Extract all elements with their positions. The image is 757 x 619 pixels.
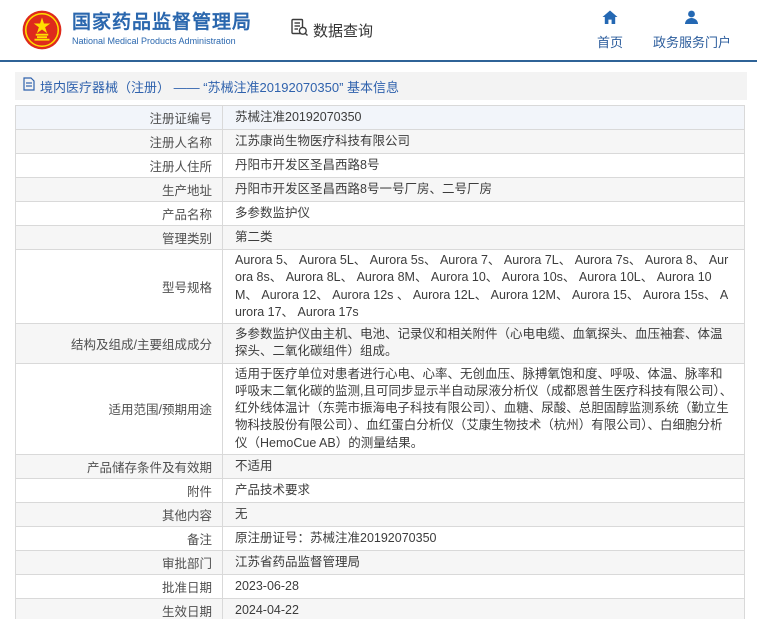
row-value: Aurora 5、 Aurora 5L、 Aurora 5s、 Aurora 7… (222, 249, 745, 324)
agency-name-cn: 国家药品监督管理局 (72, 12, 253, 34)
row-label: 结构及组成/主要组成成分 (15, 323, 223, 364)
document-icon (23, 76, 35, 96)
row-value: 不适用 (222, 453, 745, 479)
row-label: 附件 (15, 477, 223, 503)
table-row: 注册人名称 江苏康尚生物医疗科技有限公司 (15, 129, 745, 154)
row-value: 多参数监护仪 (222, 201, 745, 226)
table-row: 管理类别 第二类 (15, 225, 745, 250)
row-value: 原注册证号：苏械注准20192070350 (222, 525, 745, 551)
row-label: 管理类别 (15, 225, 223, 250)
agency-name-en: National Medical Products Administration (72, 36, 236, 46)
row-label: 生效日期 (15, 597, 223, 619)
row-label: 型号规格 (15, 249, 223, 324)
row-value: 丹阳市开发区圣昌西路8号 (222, 153, 745, 178)
table-row: 生效日期 2024-04-22 (15, 597, 745, 619)
table-row: 生产地址 丹阳市开发区圣昌西路8号一号厂房、二号厂房 (15, 177, 745, 202)
nav-gov-portal-label: 政务服务门户 (652, 34, 731, 50)
header-divider-line (0, 60, 757, 62)
row-label: 产品储存条件及有效期 (15, 453, 223, 479)
breadcrumb-text: 境内医疗器械（注册） —— “苏械注准20192070350” 基本信息 (40, 79, 400, 95)
person-icon (684, 10, 699, 30)
table-row: 产品名称 多参数监护仪 (15, 201, 745, 226)
row-label: 注册证编号 (15, 105, 223, 130)
table-row: 附件 产品技术要求 (15, 477, 745, 503)
row-label: 审批部门 (15, 549, 223, 575)
row-value: 苏械注准20192070350 (222, 105, 745, 130)
row-label: 备注 (15, 525, 223, 551)
row-label: 生产地址 (15, 177, 223, 202)
table-row: 备注 原注册证号：苏械注准20192070350 (15, 525, 745, 551)
row-value: 产品技术要求 (222, 477, 745, 503)
row-label: 其他内容 (15, 501, 223, 527)
home-icon (602, 10, 618, 30)
table-row: 型号规格 Aurora 5、 Aurora 5L、 Aurora 5s、 Auro… (15, 249, 745, 324)
nav-home-label: 首页 (596, 34, 623, 50)
table-row: 适用范围/预期用途 适用于医疗单位对患者进行心电、心率、无创血压、脉搏氧饱和度、呼… (15, 362, 745, 455)
breadcrumb: 境内医疗器械（注册） —— “苏械注准20192070350” 基本信息 (15, 72, 747, 100)
row-value: 无 (222, 501, 745, 527)
nav-home[interactable]: 首页 (597, 10, 623, 51)
row-value: 江苏康尚生物医疗科技有限公司 (222, 129, 745, 154)
table-row: 批准日期 2023-06-28 (15, 573, 745, 599)
row-label: 批准日期 (15, 573, 223, 599)
table-row: 其他内容无 (15, 501, 745, 527)
row-value: 2023-06-28 (222, 573, 745, 599)
info-table-body: 注册证编号 苏械注准20192070350 注册人名称 江苏康尚生物医疗科技有限公司注… (15, 105, 745, 619)
registration-info-table: 注册证编号 苏械注准20192070350 注册人名称 江苏康尚生物医疗科技有限公司注… (15, 105, 745, 619)
table-row: 注册人住所 丹阳市开发区圣昌西路8号 (15, 153, 745, 178)
row-value: 多参数监护仪由主机、电池、记录仪和相关附件（心电电缆、血氧探头、血压袖套、体温探… (222, 323, 745, 364)
nav-data-query-label: 数据查询 (313, 22, 374, 40)
header-right-nav: 首页 政务服务门户 (597, 10, 757, 51)
nav-gov-portal[interactable]: 政务服务门户 (653, 10, 731, 51)
row-value: 第二类 (222, 225, 745, 250)
row-label: 产品名称 (15, 201, 223, 226)
table-row: 注册证编号 苏械注准20192070350 (15, 105, 745, 130)
row-label: 注册人住所 (15, 153, 223, 178)
nav-data-query[interactable]: 数据查询 (290, 18, 373, 42)
row-value: 适用于医疗单位对患者进行心电、心率、无创血压、脉搏氧饱和度、呼吸、体温、脉率和呼… (222, 362, 745, 455)
row-value: 2024-04-22 (222, 597, 745, 619)
row-value: 江苏省药品监督管理局 (222, 549, 745, 575)
table-row: 审批部门 江苏省药品监督管理局 (15, 549, 745, 575)
page-header: 国家药品监督管理局 National Medical Products Admi… (0, 0, 757, 60)
agency-title-block: 国家药品监督管理局 National Medical Products Admi… (72, 12, 253, 47)
row-label: 注册人名称 (15, 129, 223, 154)
document-search-icon (290, 18, 309, 42)
national-emblem-logo (22, 10, 62, 50)
row-value: 丹阳市开发区圣昌西路8号一号厂房、二号厂房 (222, 177, 745, 202)
table-row: 产品储存条件及有效期 不适用 (15, 453, 745, 479)
table-row: 结构及组成/主要组成成分 多参数监护仪由主机、电池、记录仪和相关附件（心电电缆、血… (15, 323, 745, 364)
row-label: 适用范围/预期用途 (15, 362, 223, 455)
